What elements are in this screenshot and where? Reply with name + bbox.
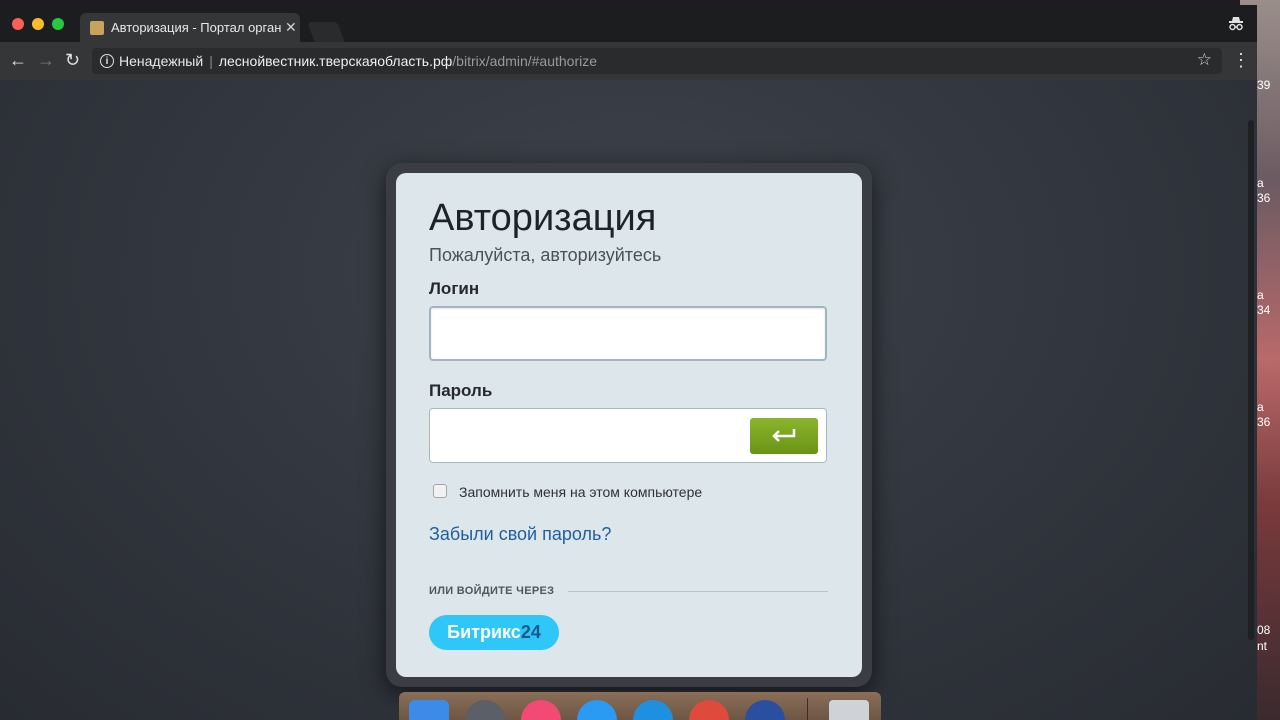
tab-strip: Авторизация - Портал органи ✕ <box>0 5 1257 42</box>
browser-window: Авторизация - Портал органи ✕ ← → ↻ i Не… <box>0 5 1257 720</box>
trash-icon[interactable] <box>829 700 869 720</box>
favicon-icon <box>90 20 104 35</box>
security-status[interactable]: Ненадежный <box>119 53 203 69</box>
music-icon[interactable] <box>521 700 561 720</box>
new-tab-button[interactable] <box>307 22 345 42</box>
page-viewport: Авторизация Пожалуйста, авторизуйтесь Ло… <box>0 80 1257 720</box>
chrome-icon[interactable] <box>689 700 729 720</box>
browser-menu-icon[interactable]: ⋮ <box>1232 50 1250 71</box>
minimize-window-button[interactable] <box>32 18 44 30</box>
desktop-text-fragment: 36 <box>1257 191 1271 205</box>
enter-icon <box>771 425 797 448</box>
alt-login-label: ИЛИ ВОЙДИТЕ ЧЕРЕЗ <box>429 585 555 597</box>
tab-authorization[interactable]: Авторизация - Портал органи ✕ <box>80 13 300 42</box>
submit-button[interactable] <box>750 418 818 454</box>
desktop-text-fragment: nt <box>1257 639 1268 653</box>
login-input[interactable] <box>429 306 827 361</box>
bitrix-number: 24 <box>520 622 541 642</box>
dock <box>399 692 881 720</box>
page-subtitle: Пожалуйста, авторизуйтесь <box>429 245 662 265</box>
tab-title: Авторизация - Портал органи <box>111 20 281 35</box>
url-separator: | <box>209 53 213 69</box>
remember-label[interactable]: Запомнить меня на этом компьютере <box>459 484 702 500</box>
launchpad-icon[interactable] <box>465 700 505 720</box>
maximize-window-button[interactable] <box>52 18 64 30</box>
desktop-text-fragment: а <box>1257 400 1264 414</box>
login-card-frame: Авторизация Пожалуйста, авторизуйтесь Ло… <box>386 163 872 687</box>
reload-icon[interactable]: ↻ <box>65 50 80 70</box>
app-icon[interactable] <box>745 700 785 720</box>
bitrix-label: Битрикс <box>447 622 521 642</box>
login-card: Авторизация Пожалуйста, авторизуйтесь Ло… <box>396 173 862 677</box>
scrollbar[interactable] <box>1248 120 1254 640</box>
forward-icon[interactable]: → <box>37 50 55 70</box>
remember-checkbox[interactable] <box>433 484 447 498</box>
divider <box>568 591 828 592</box>
finder-icon[interactable] <box>409 700 449 720</box>
bitrix24-login-button[interactable]: Битрикс 24 <box>429 615 559 650</box>
back-icon[interactable]: ← <box>9 50 27 70</box>
bookmark-star-icon[interactable]: ☆ <box>1197 50 1212 70</box>
address-bar[interactable]: i Ненадежный | леснойвестник.тверскаяобл… <box>92 48 1222 74</box>
desktop-text-fragment: а <box>1257 176 1264 190</box>
password-label: Пароль <box>429 381 493 400</box>
browser-toolbar: ← → ↻ i Ненадежный | леснойвестник.тверс… <box>0 42 1257 80</box>
desktop-text-fragment: 39 <box>1257 78 1271 92</box>
close-tab-icon[interactable]: ✕ <box>285 19 297 36</box>
login-label: Логин <box>429 279 480 298</box>
desktop-text-fragment: 08 <box>1257 623 1271 637</box>
incognito-icon <box>1227 15 1245 38</box>
forgot-password-link[interactable]: Забыли свой пароль? <box>429 524 611 545</box>
desktop-text-fragment: 36 <box>1257 415 1271 429</box>
page-title: Авторизация <box>429 197 657 239</box>
safari-icon[interactable] <box>633 700 673 720</box>
url-host: леснойвестник.тверскаяобласть.рф <box>218 53 453 69</box>
close-window-button[interactable] <box>12 18 24 30</box>
info-icon[interactable]: i <box>100 54 114 68</box>
app-store-icon[interactable] <box>577 700 617 720</box>
desktop-text-fragment: а <box>1257 288 1264 302</box>
url-path: /bitrix/admin/#authorize <box>452 53 598 69</box>
dock-separator <box>807 698 808 720</box>
desktop-text-fragment: 34 <box>1257 303 1271 317</box>
